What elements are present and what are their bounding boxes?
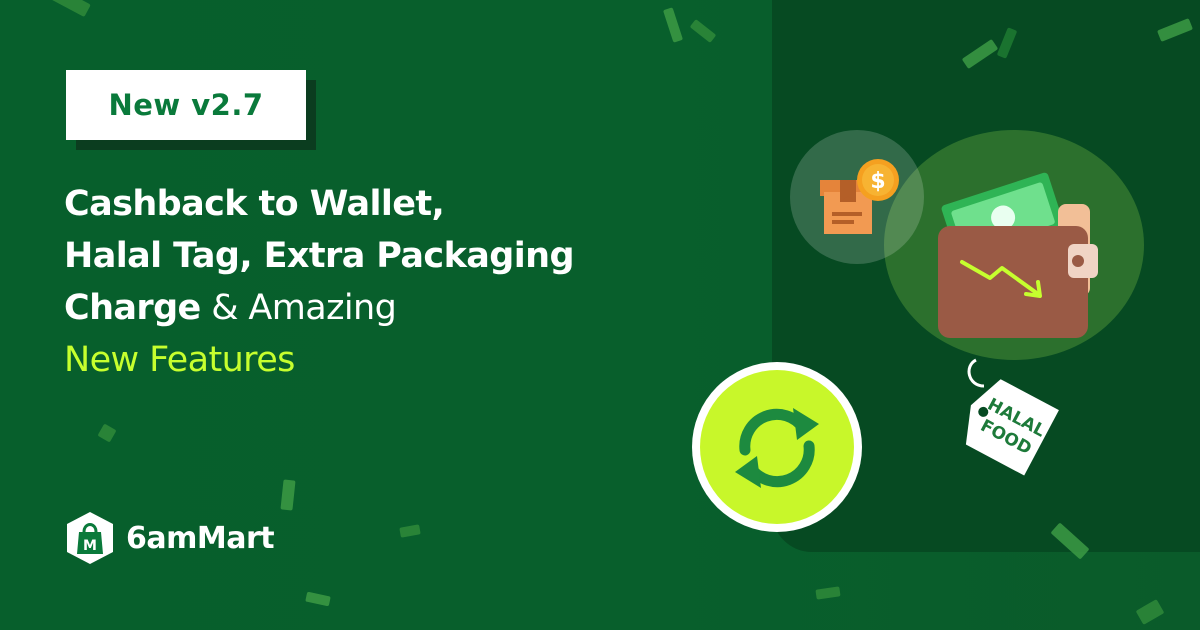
- dollar-symbol: $: [870, 169, 885, 194]
- brand: M 6amMart: [64, 510, 275, 566]
- confetti: [97, 423, 117, 443]
- headline-line-2: Halal Tag, Extra Packaging: [64, 236, 575, 276]
- version-badge-label: New v2.7: [108, 88, 264, 122]
- dollar-coin-icon: $: [856, 158, 900, 202]
- halal-tag-icon: HALAL FOOD: [950, 356, 1074, 476]
- version-badge: New v2.7: [66, 70, 306, 140]
- confetti: [280, 479, 296, 511]
- confetti: [399, 524, 421, 538]
- shopping-bag-icon: M: [64, 510, 116, 566]
- headline-line-3-bold: Charge: [64, 288, 201, 328]
- promo-banner: New v2.7 Cashback to Wallet, Halal Tag, …: [0, 0, 1200, 630]
- headline-line-4: New Features: [64, 340, 295, 380]
- confetti: [1135, 599, 1165, 625]
- headline-line-3: Charge & Amazing: [64, 282, 684, 334]
- confetti: [47, 0, 91, 18]
- wallet-icon: [930, 168, 1100, 340]
- headline: Cashback to Wallet, Halal Tag, Extra Pac…: [64, 178, 684, 386]
- headline-line-3-rest: & Amazing: [200, 288, 397, 328]
- confetti: [815, 586, 841, 600]
- confetti: [305, 591, 331, 607]
- confetti: [662, 7, 684, 43]
- confetti: [689, 19, 717, 43]
- sync-icon: [727, 398, 827, 498]
- brand-name: 6amMart: [126, 520, 275, 556]
- headline-line-1: Cashback to Wallet,: [64, 184, 445, 224]
- logo-letter: M: [83, 538, 97, 554]
